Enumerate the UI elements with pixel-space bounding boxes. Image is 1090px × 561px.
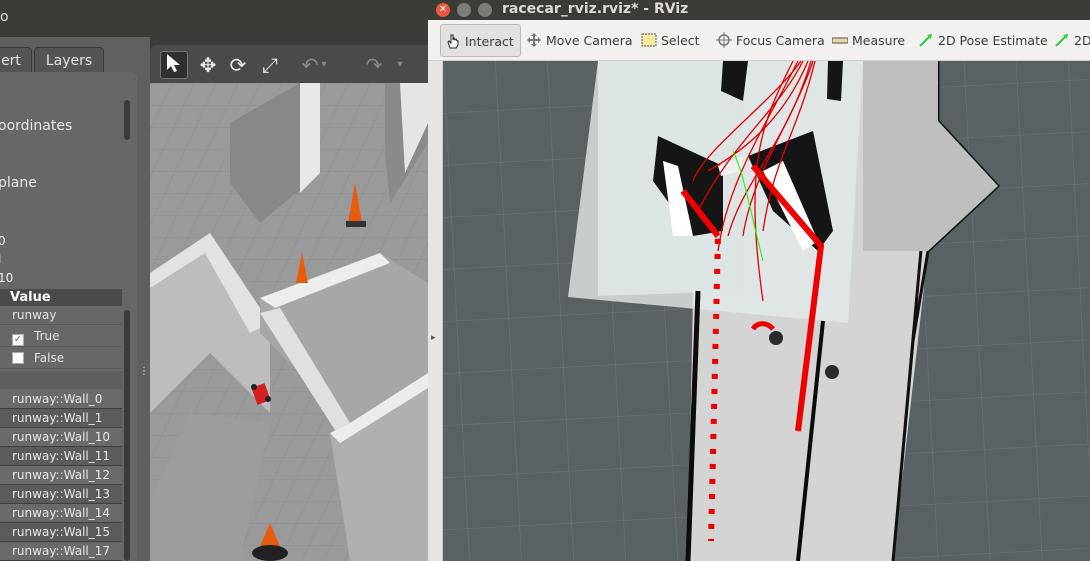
focus-camera-icon (716, 27, 732, 48)
tool-label: Interact (465, 34, 514, 49)
focus-camera-tool-button[interactable]: Focus Camera (716, 24, 825, 57)
goal-arrow-icon (1054, 27, 1070, 47)
minimize-window-button[interactable] (457, 3, 471, 17)
property-checkbox-true[interactable]: ✓ True (0, 326, 122, 347)
scale-icon[interactable]: ⤢ (256, 51, 284, 79)
rviz-3d-view[interactable] (443, 61, 1090, 561)
model-list-item[interactable]: runway::Wall_10 (0, 428, 122, 447)
maximize-window-button[interactable] (478, 3, 492, 17)
tab-insert[interactable]: ert (0, 47, 32, 73)
gazebo-title-bar: o (0, 0, 430, 37)
ruler-icon (831, 27, 849, 44)
measure-tool-button[interactable]: Measure (831, 24, 906, 57)
gazebo-title-text: o (0, 9, 9, 25)
close-window-button[interactable]: ✕ (436, 3, 450, 17)
undo-dropdown-icon[interactable]: ▾ (318, 51, 330, 79)
model-list-item[interactable]: runway::Wall_15 (0, 523, 122, 542)
select-arrow-icon[interactable] (160, 51, 188, 79)
move-camera-tool-button[interactable]: Move Camera (526, 24, 633, 57)
model-list-item[interactable]: runway::Wall_0 (0, 390, 122, 409)
property-label-plane: plane (0, 175, 37, 191)
select-tool-button[interactable]: Select (641, 24, 700, 57)
rotate-icon[interactable]: ⟳ (224, 51, 252, 79)
tool-label: 2D (1074, 33, 1090, 48)
property-value-0: 0 (0, 234, 6, 248)
pose-estimate-tool-button[interactable]: 2D Pose Estimate (918, 24, 1048, 57)
tool-label: Measure (852, 33, 906, 48)
model-list-item[interactable]: runway::Wall_11 (0, 447, 122, 466)
window-title: racecar_rviz.rviz* - RViz (502, 1, 689, 17)
property-table-header: Value (0, 289, 122, 306)
property-label-coordinates: oordinates (0, 118, 73, 134)
hand-icon (445, 28, 461, 49)
nav-goal-tool-button[interactable]: 2D (1054, 24, 1090, 57)
checkbox-label: True (34, 329, 60, 343)
property-value-l: l (0, 252, 1, 266)
property-checkbox-false[interactable]: False (0, 348, 122, 369)
select-box-icon (641, 27, 657, 47)
translate-icon[interactable]: ✥ (194, 51, 222, 79)
tool-label: Focus Camera (736, 33, 825, 48)
model-list-item[interactable]: runway::Wall_14 (0, 504, 122, 523)
panel-divider (0, 371, 122, 389)
collapse-panel-handle[interactable]: ▸ (428, 61, 443, 561)
rviz-toolbar: Interact Move Camera Select Focus Camera… (428, 20, 1090, 61)
panel-scrollbar[interactable] (124, 100, 130, 140)
redo-dropdown-icon[interactable]: ▾ (394, 51, 406, 79)
checkbox-unchecked-icon[interactable] (12, 352, 24, 364)
tool-label: 2D Pose Estimate (938, 33, 1048, 48)
property-value-10: 10 (0, 271, 14, 285)
gazebo-toolbar: ✥ ⟳ ⤢ ↶ ▾ ↷ ▾ (150, 45, 428, 83)
rviz-title-bar: ✕ racecar_rviz.rviz* - RViz (428, 0, 1090, 20)
model-list-scrollbar[interactable] (124, 310, 130, 561)
model-list-item[interactable]: runway::Wall_13 (0, 485, 122, 504)
tab-layers[interactable]: Layers (34, 47, 104, 73)
model-list-item[interactable]: runway::Wall_12 (0, 466, 122, 485)
model-list-item[interactable]: runway::Wall_1 (0, 409, 122, 428)
property-name-value[interactable]: runway (0, 306, 122, 325)
move-camera-icon (526, 27, 542, 47)
checkbox-checked-icon[interactable]: ✓ (12, 334, 24, 346)
tool-label: Select (661, 33, 700, 48)
model-list-item[interactable]: runway::Wall_17 (0, 542, 122, 561)
pose-arrow-icon (918, 27, 934, 47)
tool-label: Move Camera (546, 33, 633, 48)
expand-arrow-icon[interactable]: ▸ (431, 333, 436, 343)
splitter-handle-icon[interactable]: ⋮ (139, 366, 149, 380)
interact-tool-button[interactable]: Interact (440, 24, 521, 57)
gazebo-3d-viewport[interactable] (150, 83, 428, 561)
redo-icon[interactable]: ↷ (360, 51, 388, 79)
checkbox-label: False (34, 351, 65, 365)
